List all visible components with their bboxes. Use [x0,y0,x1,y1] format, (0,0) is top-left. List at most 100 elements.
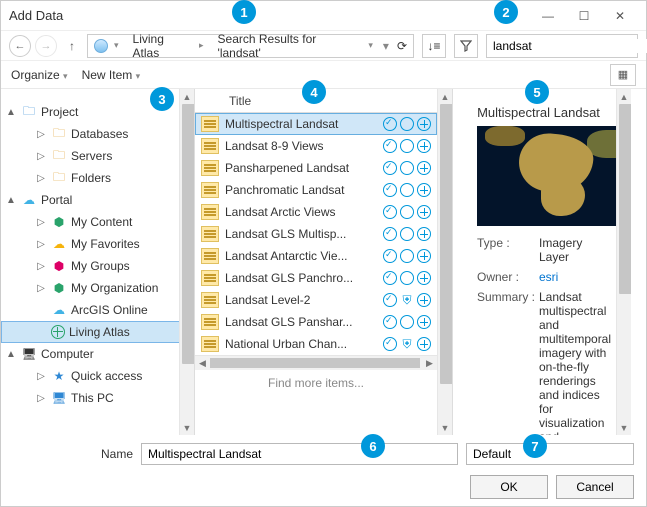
list-scrollbar[interactable]: ▲ ▼ [437,89,452,435]
organize-menu[interactable]: Organize ▾ [11,68,68,82]
list-row[interactable]: Landsat Arctic Views [195,201,437,223]
authoritative-icon [383,139,397,153]
layer-icon [201,292,219,308]
status-icon [400,161,414,175]
living-atlas-badge-icon [417,249,431,263]
list-row[interactable]: Pansharpened Landsat [195,157,437,179]
view-mode-button[interactable]: ▦ [610,64,636,86]
minimize-button[interactable]: — [530,2,566,30]
tree-folders[interactable]: ▷🗀Folders [1,167,194,189]
maximize-button[interactable]: ☐ [566,2,602,30]
name-label: Name [13,447,133,461]
tree-scrollbar[interactable]: ▲ ▼ [179,89,194,435]
main-area: ▲🗀Project ▷🗀Databases ▷🗀Servers ▷🗀Folder… [1,89,646,435]
search-box[interactable]: ✕ 🔍 [486,34,638,58]
cancel-button[interactable]: Cancel [556,475,634,499]
status-icon [400,205,414,219]
breadcrumb-seg-1[interactable]: Living Atlas [133,32,193,60]
living-atlas-icon [51,325,65,339]
living-atlas-badge-icon [417,315,431,329]
breadcrumb[interactable]: ▾ Living Atlas▸ Search Results for 'land… [87,34,414,58]
list-row[interactable]: Multispectral Landsat [195,113,437,135]
living-atlas-badge-icon [417,139,431,153]
badges [383,139,431,153]
list-row[interactable]: Landsat GLS Multisp... [195,223,437,245]
list-item-label: Pansharpened Landsat [225,161,377,175]
tree-arcgis-online[interactable]: ☁ArcGIS Online [1,299,194,321]
living-atlas-badge-icon [417,227,431,241]
list-row[interactable]: Landsat GLS Panchro... [195,267,437,289]
living-atlas-badge-icon [417,161,431,175]
tree-quick-access[interactable]: ▷★Quick access [1,365,194,387]
callout-2: 2 [494,0,518,24]
list-row[interactable]: Landsat Antarctic Vie... [195,245,437,267]
sort-button[interactable]: ↓≡ [422,34,446,58]
list-row[interactable]: Panchromatic Landsat [195,179,437,201]
list-hscrollbar[interactable]: ◀▶ [195,355,437,370]
callout-5: 5 [525,80,549,104]
status-icon [400,227,414,241]
tree-portal[interactable]: ▲☁Portal [1,189,194,211]
badges [383,205,431,219]
status-icon [400,117,414,131]
living-atlas-icon [94,39,108,53]
name-input[interactable] [141,443,458,465]
new-item-menu[interactable]: New Item ▾ [82,68,141,82]
tree-my-favorites[interactable]: ▷☁My Favorites [1,233,194,255]
tree-my-content[interactable]: ▷⬢My Content [1,211,194,233]
status-icon [400,315,414,329]
list-item-label: Landsat Arctic Views [225,205,377,219]
badges: ⛨ [383,293,431,307]
details-title: Multispectral Landsat [477,105,600,120]
layer-icon [201,138,219,154]
callout-6: 6 [361,434,385,458]
authoritative-icon [383,161,397,175]
tree-databases[interactable]: ▷🗀Databases [1,123,194,145]
tree-panel: ▲🗀Project ▷🗀Databases ▷🗀Servers ▷🗀Folder… [1,89,195,435]
find-more-link[interactable]: Find more items... [195,370,437,396]
layer-icon [201,182,219,198]
layer-icon [201,226,219,242]
tree-computer[interactable]: ▲🖥Computer [1,343,194,365]
list-row[interactable]: Landsat GLS Panshar... [195,311,437,333]
list-item-label: Landsat GLS Multisp... [225,227,377,241]
refresh-button[interactable]: ⟳ [391,35,413,57]
authoritative-icon [383,205,397,219]
tree-my-groups[interactable]: ▷⬢My Groups [1,255,194,277]
breadcrumb-seg-2[interactable]: Search Results for 'landsat' [218,32,363,60]
tree-living-atlas[interactable]: Living Atlas [1,321,194,343]
list-item-label: Landsat Antarctic Vie... [225,249,377,263]
list-item-label: Landsat GLS Panshar... [225,315,377,329]
close-button[interactable]: ✕ [602,2,638,30]
authoritative-icon [383,293,397,307]
list-item-label: Landsat GLS Panchro... [225,271,377,285]
owner-value[interactable]: esri [539,270,611,284]
list-item-label: National Urban Chan... [225,337,377,351]
layer-icon [201,314,219,330]
ok-button[interactable]: OK [470,475,548,499]
search-input[interactable] [487,39,647,53]
toolbar: ← → ↑ ▾ Living Atlas▸ Search Results for… [1,31,646,61]
type-filter-combo[interactable] [466,443,634,465]
tree-my-org[interactable]: ▷⬢My Organization [1,277,194,299]
list-row[interactable]: Landsat Level-2⛨ [195,289,437,311]
list-row[interactable]: National Urban Chan... ⛨ [195,333,437,355]
living-atlas-badge-icon [417,337,431,351]
callout-7: 7 [523,434,547,458]
title-bar: Add Data — ☐ ✕ [1,1,646,31]
tree-this-pc[interactable]: ▷🖥This PC [1,387,194,409]
authoritative-icon [383,337,397,351]
forward-button[interactable]: → [35,35,57,57]
details-thumbnail [477,126,631,226]
up-button[interactable]: ↑ [61,35,83,57]
filter-button[interactable] [454,34,478,58]
tree-servers[interactable]: ▷🗀Servers [1,145,194,167]
layer-icon [201,336,219,352]
details-scrollbar[interactable]: ▲ ▼ [616,89,631,435]
list-row[interactable]: Landsat 8-9 Views [195,135,437,157]
list-item-label: Landsat 8-9 Views [225,139,377,153]
callout-1: 1 [232,0,256,24]
list-panel: Title Multispectral LandsatLandsat 8-9 V… [195,89,453,435]
subscriber-icon: ⛨ [400,337,414,351]
back-button[interactable]: ← [9,35,31,57]
